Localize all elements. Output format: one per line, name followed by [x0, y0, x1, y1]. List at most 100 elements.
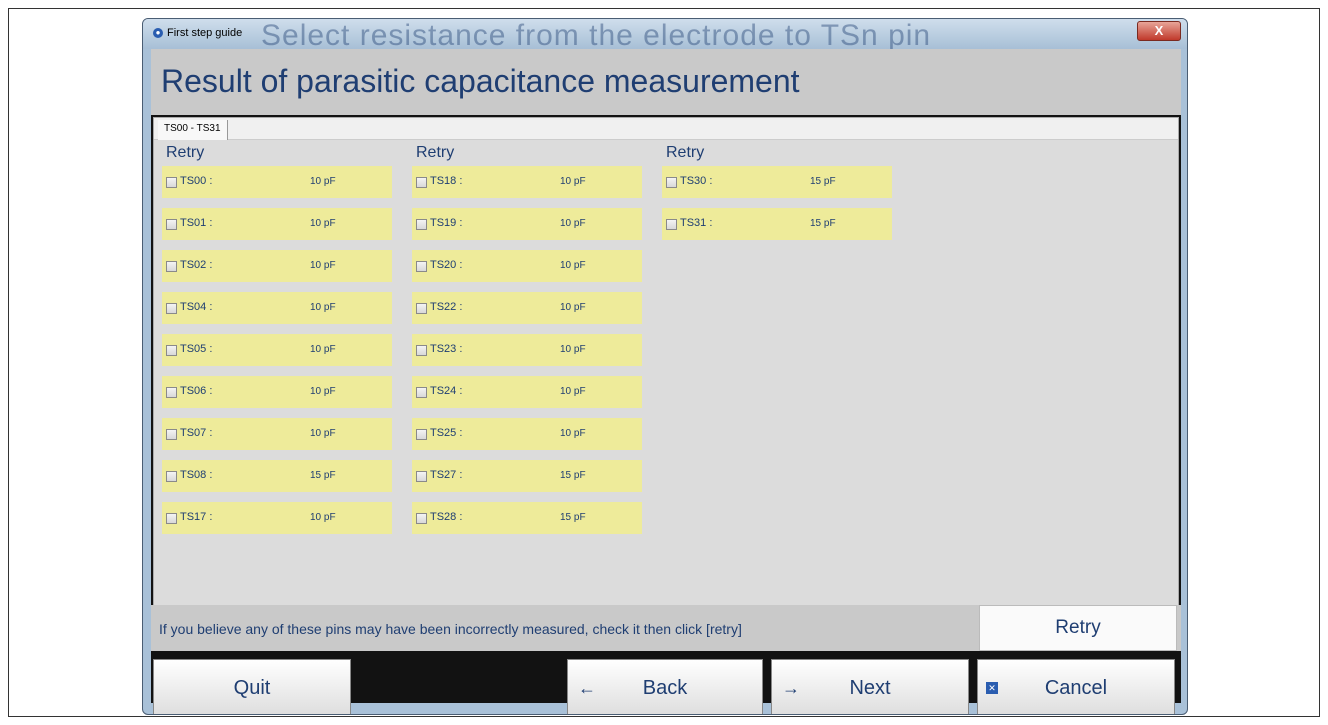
arrow-right-icon: →: [782, 678, 800, 698]
pin-name: TS00 :: [180, 175, 213, 187]
pin-row: TS05 : 10 pF: [162, 334, 392, 366]
results-panel: TS00 - TS31 Retry TS00 :10 pF TS01 :10 pF T…: [153, 117, 1179, 607]
retry-column-label[interactable]: Retry: [412, 140, 642, 166]
pin-checkbox[interactable]: [166, 471, 177, 482]
pin-name: TS19 :: [430, 217, 463, 229]
pin-name: TS08 :: [180, 469, 213, 481]
pin-capacitance: 10 pF: [310, 176, 336, 187]
back-label: Back: [642, 677, 688, 699]
pin-checkbox[interactable]: [166, 387, 177, 398]
pin-row: TS30 : 15 pF: [662, 166, 892, 198]
pin-checkbox[interactable]: [166, 177, 177, 188]
pin-row: TS20 : 10 pF: [412, 250, 642, 282]
pin-capacitance: 10 pF: [560, 428, 586, 439]
retry-column-label[interactable]: Retry: [162, 140, 392, 166]
pin-capacitance: 10 pF: [310, 512, 336, 523]
pin-name: TS01 :: [180, 217, 213, 229]
pin-checkbox[interactable]: [416, 387, 427, 398]
quit-label: Quit: [233, 677, 271, 699]
pin-row: TS02 : 10 pF: [162, 250, 392, 282]
title-bar: ● First step guide Select resistance fro…: [143, 19, 1187, 52]
pin-checkbox[interactable]: [166, 429, 177, 440]
pin-name: TS17 :: [180, 511, 213, 523]
pin-row: TS04 : 10 pF: [162, 292, 392, 324]
pin-capacitance: 10 pF: [560, 176, 586, 187]
arrow-left-icon: ←: [578, 678, 596, 698]
pin-checkbox[interactable]: [666, 177, 677, 188]
pin-checkbox[interactable]: [416, 261, 427, 272]
pin-capacitance: 10 pF: [560, 302, 586, 313]
pin-column-1: Retry TS00 :10 pF TS01 :10 pF TS02 :10 pF TS…: [162, 140, 392, 544]
pin-capacitance: 15 pF: [310, 470, 336, 481]
pin-capacitance: 10 pF: [560, 260, 586, 271]
pin-checkbox[interactable]: [416, 345, 427, 356]
pin-row: TS06 : 10 pF: [162, 376, 392, 408]
pin-row: TS01 : 10 pF: [162, 208, 392, 240]
pin-checkbox[interactable]: [416, 513, 427, 524]
pin-capacitance: 15 pF: [810, 176, 836, 187]
pin-name: TS07 :: [180, 427, 213, 439]
retry-column-label[interactable]: Retry: [662, 140, 892, 166]
pin-name: TS31 :: [680, 217, 713, 229]
retry-hint: If you believe any of these pins may hav…: [159, 621, 742, 637]
pin-capacitance: 10 pF: [560, 218, 586, 229]
pin-checkbox[interactable]: [416, 303, 427, 314]
close-button[interactable]: X: [1137, 21, 1181, 41]
cancel-button[interactable]: ✕ Cancel: [977, 659, 1175, 714]
pin-capacitance: 10 pF: [310, 344, 336, 355]
pin-checkbox[interactable]: [166, 345, 177, 356]
pin-row: TS25 : 10 pF: [412, 418, 642, 450]
pin-capacitance: 10 pF: [310, 386, 336, 397]
quit-button[interactable]: Quit: [153, 659, 351, 714]
pin-capacitance: 15 pF: [560, 512, 586, 523]
pin-row: TS23 : 10 pF: [412, 334, 642, 366]
client-area: Result of parasitic capacitance measurem…: [151, 49, 1181, 714]
pin-name: TS27 :: [430, 469, 463, 481]
pin-checkbox[interactable]: [166, 219, 177, 230]
next-label: Next: [849, 677, 891, 699]
pin-row: TS24 : 10 pF: [412, 376, 642, 408]
hint-bar: If you believe any of these pins may hav…: [151, 605, 1181, 651]
pin-row: TS28 : 15 pF: [412, 502, 642, 534]
tab-strip: TS00 - TS31: [154, 118, 1178, 140]
pin-checkbox[interactable]: [416, 471, 427, 482]
cancel-label: Cancel: [1044, 677, 1108, 699]
pin-capacitance: 15 pF: [810, 218, 836, 229]
cancel-icon: ✕: [986, 682, 998, 694]
pin-row: TS07 : 10 pF: [162, 418, 392, 450]
page-title: Result of parasitic capacitance measurem…: [161, 63, 800, 99]
retry-button[interactable]: Retry: [979, 605, 1177, 651]
pin-checkbox[interactable]: [416, 219, 427, 230]
window-title: First step guide: [167, 27, 243, 39]
pin-capacitance: 10 pF: [310, 260, 336, 271]
pin-capacitance: 10 pF: [310, 218, 336, 229]
pin-capacitance: 10 pF: [310, 428, 336, 439]
pin-checkbox[interactable]: [166, 513, 177, 524]
pin-row: TS17 : 10 pF: [162, 502, 392, 534]
header: Result of parasitic capacitance measurem…: [151, 49, 1181, 115]
pin-row: TS22 : 10 pF: [412, 292, 642, 324]
pin-name: TS06 :: [180, 385, 213, 397]
pin-name: TS24 :: [430, 385, 463, 397]
pin-row: TS19 : 10 pF: [412, 208, 642, 240]
pin-name: TS20 :: [430, 259, 463, 271]
pin-checkbox[interactable]: [166, 261, 177, 272]
pin-checkbox[interactable]: [666, 219, 677, 230]
background-window-text: Select resistance from the electrode to …: [261, 19, 932, 52]
pin-column-3: Retry TS30 : 15 pF TS31 : 15 pF: [662, 140, 892, 250]
pin-capacitance: 10 pF: [560, 386, 586, 397]
pin-capacitance: 15 pF: [560, 470, 586, 481]
pin-capacitance: 10 pF: [310, 302, 336, 313]
tab-ts00-ts31[interactable]: TS00 - TS31: [158, 120, 228, 140]
pin-name: TS02 :: [180, 259, 213, 271]
pin-name: TS23 :: [430, 343, 463, 355]
back-button[interactable]: ← Back: [567, 659, 763, 714]
pin-checkbox[interactable]: [416, 429, 427, 440]
pin-row: TS00 : 10 pF: [162, 166, 392, 198]
pin-capacitance: 10 pF: [560, 344, 586, 355]
next-button[interactable]: → Next: [771, 659, 969, 714]
pin-checkbox[interactable]: [416, 177, 427, 188]
pin-checkbox[interactable]: [166, 303, 177, 314]
pin-name: TS04 :: [180, 301, 213, 313]
pin-row: TS18 : 10 pF: [412, 166, 642, 198]
